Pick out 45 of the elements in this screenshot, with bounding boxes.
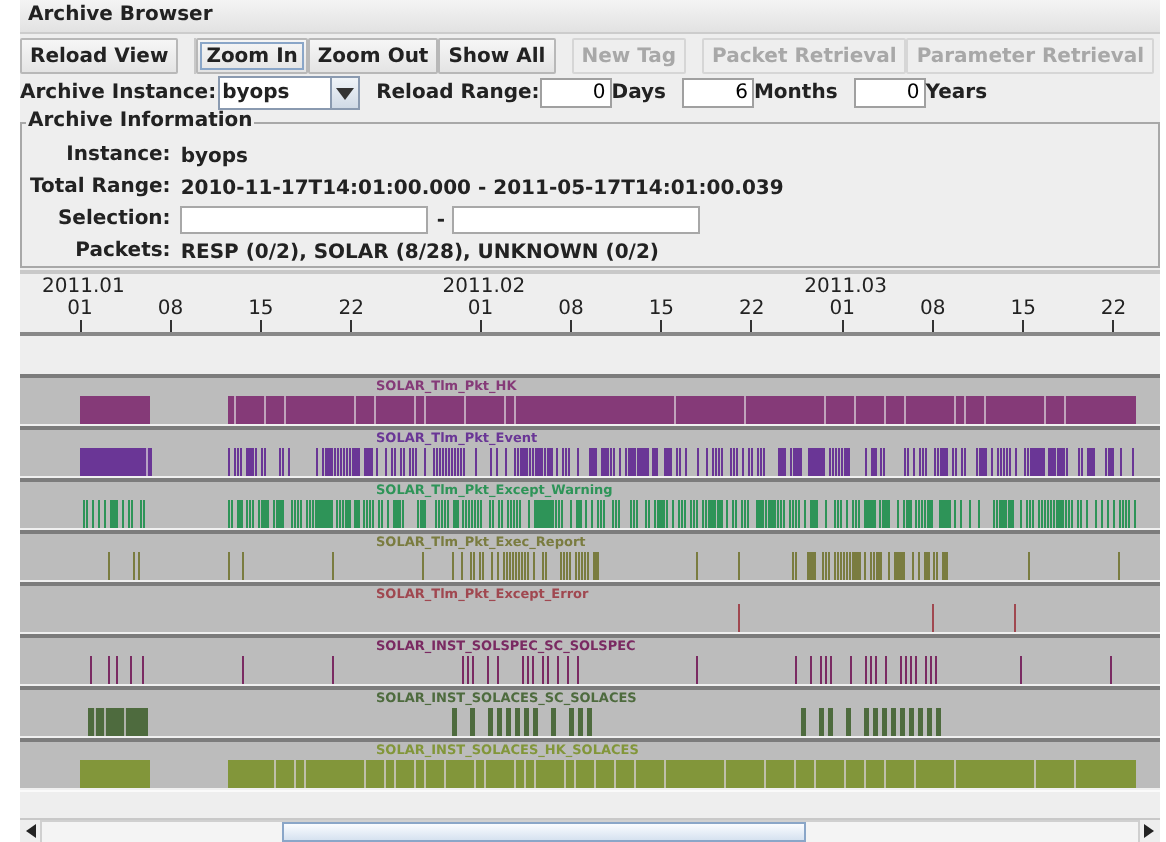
selection-field[interactable] xyxy=(180,206,429,234)
scrollbar-thumb[interactable] xyxy=(282,821,806,841)
dropdown-arrow-icon xyxy=(336,87,355,99)
scroll-left-icon[interactable] xyxy=(26,824,36,838)
day-label: 15 xyxy=(246,298,276,320)
day-label: 01 xyxy=(827,298,857,320)
info-label: Total Range: xyxy=(30,174,171,202)
field-label: Reload Range: xyxy=(376,82,540,104)
info-label: Instance: xyxy=(64,142,171,170)
day-label: 15 xyxy=(1008,298,1038,320)
toolbar-button[interactable]: Zoom In xyxy=(196,38,308,74)
day-label: 08 xyxy=(917,298,948,320)
day-label: 08 xyxy=(556,298,586,320)
info-value: 2010-11-17T14:01:00.000 - 2011-05-17T14:01:00.039 xyxy=(180,177,784,199)
unit-label: Months xyxy=(753,82,838,104)
info-label: Selection: xyxy=(55,206,171,234)
number-field[interactable]: 0 xyxy=(853,78,926,108)
month-label: 2011.01 xyxy=(42,276,122,298)
day-label: 08 xyxy=(155,298,186,320)
day-label: 01 xyxy=(465,298,496,320)
toolbar-button[interactable]: Show All xyxy=(438,38,556,74)
info-label: Packets: xyxy=(73,238,171,266)
month-label: 2011.03 xyxy=(804,276,885,298)
month-label: 2011.02 xyxy=(442,276,523,298)
unit-label: Years xyxy=(925,82,988,104)
day-label: 22 xyxy=(737,298,767,320)
day-label: 15 xyxy=(646,298,677,320)
field-label: Archive Instance: xyxy=(20,82,217,104)
day-label: 22 xyxy=(1098,298,1129,320)
window-title: Archive Browser xyxy=(20,0,1160,34)
instance-dropdown[interactable]: byops xyxy=(218,76,361,110)
toolbar-button[interactable]: Reload View xyxy=(20,38,179,74)
selection-field[interactable] xyxy=(452,206,701,234)
horizontal-scrollbar[interactable] xyxy=(20,818,1160,842)
toolbar-button[interactable]: Zoom Out xyxy=(307,38,439,74)
range-separator: - xyxy=(434,209,447,231)
panel-title: Archive Information xyxy=(26,110,255,132)
number-field[interactable]: 6 xyxy=(681,78,754,108)
scroll-right-icon[interactable] xyxy=(1144,824,1154,838)
day-label: 22 xyxy=(336,298,367,320)
info-value: RESP (0/2), SOLAR (8/28), UNKNOWN (0/2) xyxy=(180,241,659,263)
unit-label: Days xyxy=(611,82,666,104)
day-label: 01 xyxy=(65,298,95,320)
info-value: byops xyxy=(180,145,248,167)
number-field[interactable]: 0 xyxy=(539,78,612,108)
